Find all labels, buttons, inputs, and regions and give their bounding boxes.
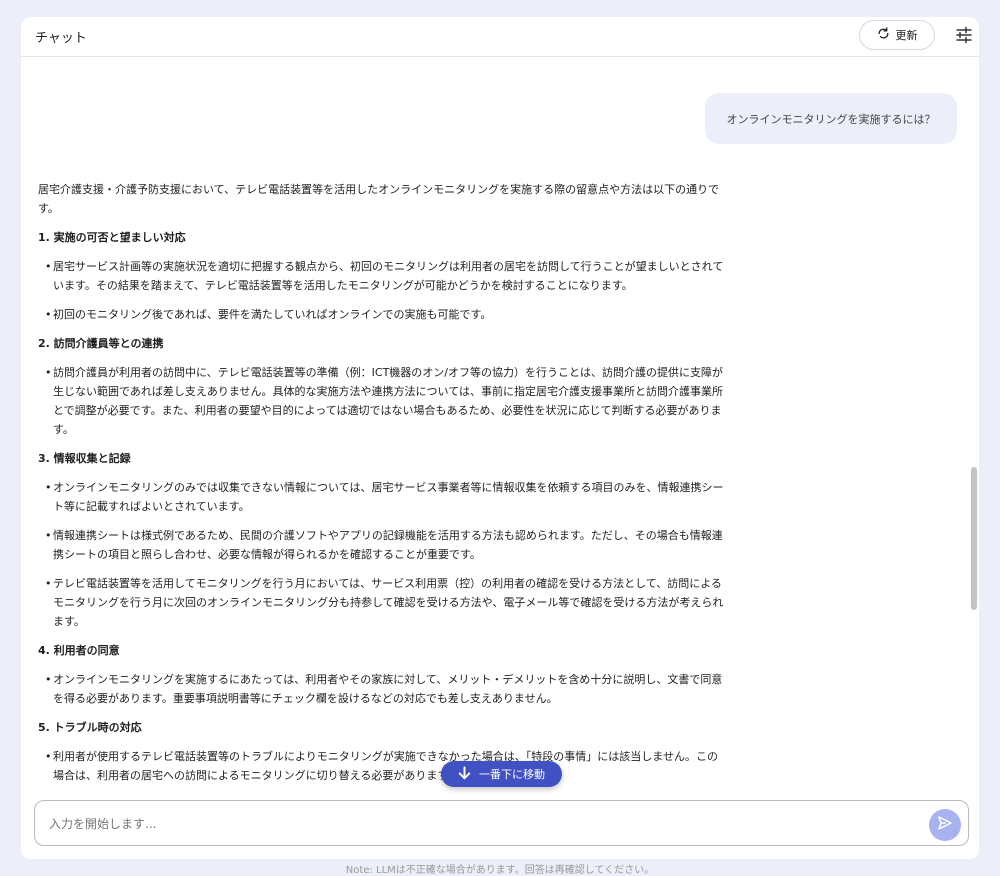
list-item: 訪問介護員が利用者の訪問中に、テレビ電話装置等の準備（例：ICT機器のオン/オフ…	[38, 363, 728, 439]
user-message-text: オンラインモニタリングを実施するには？	[726, 112, 936, 126]
settings-button[interactable]	[955, 26, 973, 44]
list-item: 初回のモニタリング後であれば、要件を満たしていればオンラインでの実施も可能です。	[38, 305, 728, 324]
arrow-down-icon	[458, 765, 471, 783]
scrollbar-thumb[interactable]	[971, 467, 977, 610]
answer-intro: 居宅介護支援・介護予防支援において、テレビ電話装置等を活用したオンラインモニタリ…	[38, 183, 720, 215]
chat-input[interactable]	[47, 809, 921, 839]
list-item: テレビ電話装置等を活用してモニタリングを行う月においては、サービス利用票（控）の…	[38, 574, 728, 631]
refresh-label: 更新	[895, 29, 918, 42]
chat-input-box	[34, 800, 969, 846]
list-item: 利用者が使用するテレビ電話装置等のトラブルによりモニタリングが実施できなかった場…	[38, 747, 728, 785]
send-icon	[937, 815, 953, 835]
section-heading: 4. 利用者の同意	[38, 644, 120, 657]
assistant-message: 居宅介護支援・介護予防支援において、テレビ電話装置等を活用したオンラインモニタリ…	[38, 180, 728, 795]
section-heading: 2. 訪問介護員等との連携	[38, 337, 164, 350]
footer-note: Note: LLMは不正確な場合があります。回答は再確認してください。	[345, 865, 655, 876]
list-item: オンラインモニタリングのみでは収集できない情報については、居宅サービス事業者等に…	[38, 478, 728, 516]
scroll-to-bottom-button[interactable]: 一番下に移動	[441, 761, 562, 787]
refresh-button[interactable]: 更新	[859, 20, 935, 50]
chat-header: チャット 更新	[21, 17, 979, 57]
chat-panel: チャット 更新 オンラインモニタリングを実施するには？ 居宅介護支援・介護予防支…	[21, 17, 979, 859]
section-heading: 5. トラブル時の対応	[38, 721, 142, 734]
list-item: 居宅サービス計画等の実施状況を適切に把握する観点から、初回のモニタリングは利用者…	[38, 257, 728, 295]
user-message: オンラインモニタリングを実施するには？	[705, 93, 957, 144]
scroll-to-bottom-label: 一番下に移動	[479, 768, 545, 781]
section-heading: 3. 情報収集と記録	[38, 452, 131, 465]
list-item: 情報連携シートは様式例であるため、民間の介護ソフトやアプリの記録機能を活用する方…	[38, 526, 728, 564]
list-item: オンラインモニタリングを実施するにあたっては、利用者やその家族に対して、メリット…	[38, 670, 728, 708]
send-button[interactable]	[929, 809, 961, 841]
refresh-icon	[877, 27, 890, 43]
section-heading: 1. 実施の可否と望ましい対応	[38, 231, 186, 244]
page-title: チャット	[35, 31, 87, 46]
message-list[interactable]: オンラインモニタリングを実施するには？ 居宅介護支援・介護予防支援において、テレ…	[21, 57, 979, 797]
sliders-icon	[955, 26, 973, 48]
